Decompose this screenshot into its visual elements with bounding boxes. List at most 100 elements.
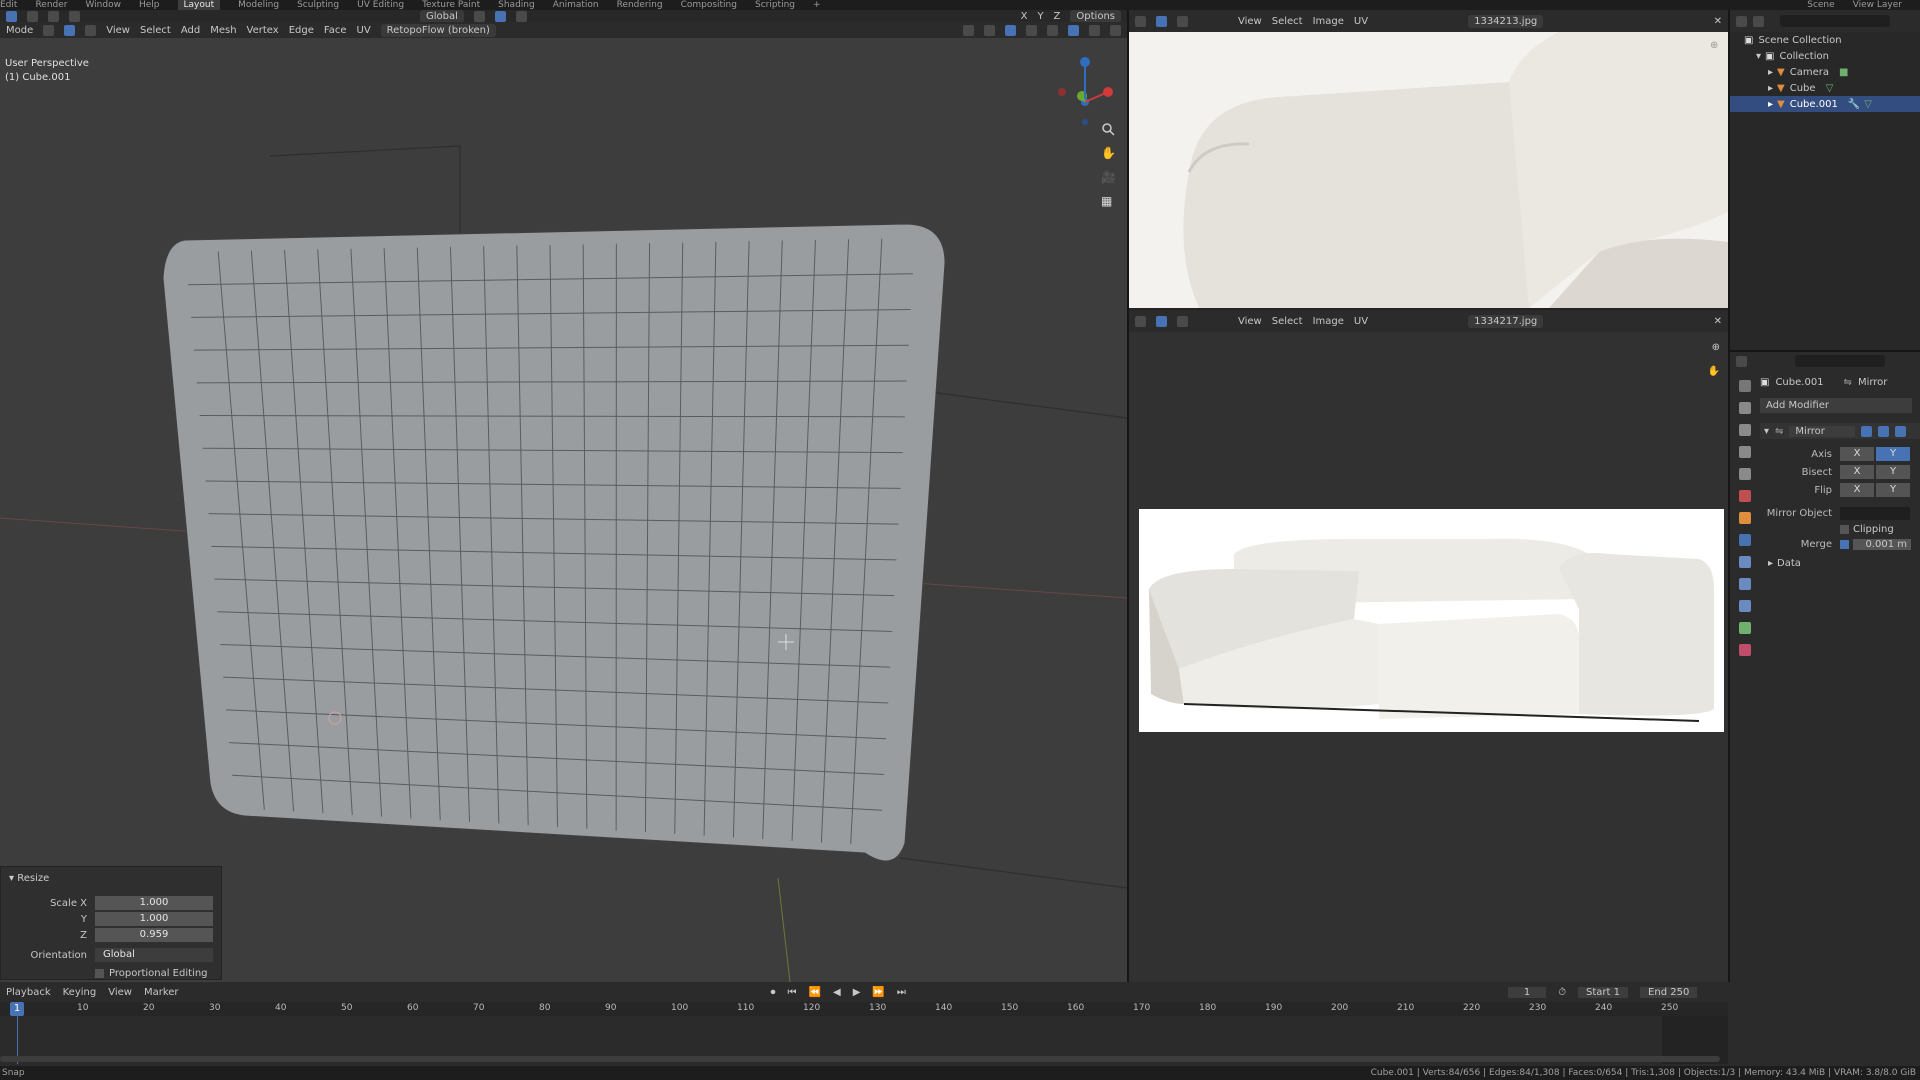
image-editor-bottom-canvas[interactable]: ⊕ ✋ (1129, 332, 1728, 982)
expand-icon[interactable]: ▾ (1756, 51, 1761, 62)
outliner-editor-icon[interactable] (1736, 15, 1747, 27)
scale-y-field[interactable]: 1.000 (95, 912, 213, 926)
modifier-collapse-icon[interactable]: ▾ (1764, 426, 1769, 437)
scale-z-field[interactable]: 0.959 (95, 928, 213, 942)
camera-view-icon[interactable]: 🎥 (1101, 170, 1116, 184)
mode-dropdown[interactable]: Mode (6, 25, 33, 36)
select-box-icon[interactable] (6, 10, 17, 22)
data-expand-icon[interactable]: ▸ (1768, 558, 1773, 569)
image-view-icon-2[interactable] (1177, 315, 1188, 327)
flip-y-toggle[interactable]: Y (1876, 483, 1910, 497)
orientation-field[interactable]: Global (95, 948, 213, 962)
bisect-y-toggle[interactable]: Y (1876, 465, 1910, 479)
retopoflow-menu[interactable]: RetopoFlow (broken) (380, 23, 496, 37)
timeline-menu-view[interactable]: View (108, 987, 132, 998)
face-select-icon[interactable] (85, 24, 97, 36)
menu-view[interactable]: View (106, 25, 130, 36)
image-view-icon[interactable] (1177, 15, 1188, 27)
menu-edit[interactable]: Edit (0, 0, 17, 10)
ortho-grid-icon[interactable]: ▦ (1101, 194, 1115, 208)
scale-x-field[interactable]: 1.000 (95, 896, 213, 910)
menu-edge[interactable]: Edge (289, 25, 314, 36)
properties-search-input[interactable] (1795, 355, 1885, 367)
axis-x-toggle-button[interactable]: X (1840, 447, 1874, 461)
edge-select-icon[interactable] (64, 24, 76, 36)
timeline-scrollbar[interactable] (0, 1056, 1720, 1062)
menu-vertex[interactable]: Vertex (247, 25, 279, 36)
outliner-item-camera[interactable]: ▸ ▼ Camera ■ (1730, 64, 1920, 80)
tab-sculpting[interactable]: Sculpting (297, 0, 339, 10)
pivot-icon[interactable] (473, 10, 485, 22)
merge-checkbox[interactable] (1840, 540, 1849, 549)
navigation-gizmo[interactable] (1050, 52, 1120, 132)
proportional-checkbox[interactable] (95, 969, 104, 978)
start-frame-field[interactable]: Start 1 (1578, 986, 1629, 998)
modifier-render-icon[interactable] (1895, 425, 1907, 437)
scene-tab-icon[interactable] (1739, 468, 1751, 480)
image2-menu-image[interactable]: Image (1313, 316, 1344, 327)
clipping-checkbox[interactable] (1840, 525, 1849, 534)
expand-icon-4[interactable]: ▸ (1768, 99, 1773, 110)
timeline-ruler[interactable]: 10 20 30 40 50 60 70 80 90 100 110 120 130 140 150 160 1… (0, 1002, 1728, 1016)
editor-type-icon-2[interactable] (1135, 315, 1146, 327)
view-layer-tab-icon[interactable] (1739, 446, 1751, 458)
jump-start-icon[interactable]: ⏮ (788, 987, 797, 998)
options-dropdown[interactable]: Options (1070, 10, 1121, 22)
tab-uv-editing[interactable]: UV Editing (357, 0, 404, 10)
overlay-icon[interactable] (1005, 24, 1016, 36)
menu-add[interactable]: Add (181, 25, 200, 36)
outliner-item-cube-001[interactable]: ▸ ▼ Cube.001 🔧 ▽ (1730, 96, 1920, 112)
tab-rendering[interactable]: Rendering (617, 0, 663, 10)
mesh-canvas[interactable] (0, 38, 1127, 982)
image-filename-field[interactable]: 1334213.jpg (1468, 14, 1544, 28)
tab-modeling[interactable]: Modeling (238, 0, 279, 10)
image2-menu-uv[interactable]: UV (1354, 316, 1368, 327)
play-reverse-icon[interactable]: ◀ (833, 987, 841, 998)
mirror-object-field[interactable] (1840, 507, 1910, 520)
physics-tab-icon[interactable] (1739, 578, 1751, 590)
tab-texture-paint[interactable]: Texture Paint (422, 0, 480, 10)
add-workspace-button[interactable]: + (813, 0, 821, 10)
material-shading-icon[interactable] (1089, 24, 1100, 36)
visibility-icon[interactable] (963, 24, 974, 36)
image-menu-select[interactable]: Select (1272, 16, 1303, 27)
xray-icon[interactable] (1026, 24, 1037, 36)
outliner-item-cube[interactable]: ▸ ▼ Cube ▽ (1730, 80, 1920, 96)
proportional-edit-icon[interactable] (515, 10, 527, 22)
image2-pan-icon[interactable]: ✋ (1708, 366, 1720, 377)
axis-y-toggle-button[interactable]: Y (1876, 447, 1910, 461)
data-tab-icon[interactable] (1739, 622, 1751, 634)
image2-zoom-icon[interactable]: ⊕ (1712, 342, 1720, 353)
tab-layout[interactable]: Layout (177, 0, 221, 10)
image-zoom-icon[interactable]: ⊕ (1710, 40, 1724, 54)
image2-filename-field[interactable]: 1334217.jpg (1468, 314, 1544, 328)
properties-editor-icon[interactable] (1736, 355, 1747, 367)
image2-menu-select[interactable]: Select (1272, 316, 1303, 327)
image-menu-uv[interactable]: UV (1354, 16, 1368, 27)
output-tab-icon[interactable] (1739, 424, 1751, 436)
solid-shading-icon[interactable] (1068, 24, 1079, 36)
modifier-name-field[interactable]: Mirror (1789, 425, 1856, 437)
modifier-tab-icon[interactable] (1739, 534, 1751, 546)
snap-icon[interactable] (494, 10, 506, 22)
editor-type-icon[interactable] (1135, 15, 1146, 27)
outliner-scene-collection[interactable]: ▣ Scene Collection (1730, 32, 1920, 48)
material-tab-icon[interactable] (1739, 644, 1751, 656)
tab-scripting[interactable]: Scripting (755, 0, 795, 10)
collapse-icon[interactable]: ▾ (9, 873, 14, 884)
outliner-item-collection[interactable]: ▾ ▣ Collection (1730, 48, 1920, 64)
next-key-icon[interactable]: ⏩ (872, 987, 884, 998)
axis-x-toggle[interactable]: X (1021, 11, 1028, 22)
menu-window[interactable]: Window (85, 0, 121, 10)
close-icon[interactable]: ✕ (1714, 16, 1722, 27)
select-mode-invert-icon[interactable] (69, 10, 80, 22)
menu-help[interactable]: Help (139, 0, 160, 10)
end-frame-field[interactable]: End 250 (1640, 986, 1698, 998)
wireframe-shading-icon[interactable] (1047, 24, 1058, 36)
menu-select[interactable]: Select (140, 25, 171, 36)
tab-shading[interactable]: Shading (498, 0, 535, 10)
image-menu-image[interactable]: Image (1313, 16, 1344, 27)
view-layer-selector[interactable]: View Layer (1853, 0, 1902, 10)
tool-tab-icon[interactable] (1739, 380, 1751, 392)
menu-render[interactable]: Render (35, 0, 67, 10)
